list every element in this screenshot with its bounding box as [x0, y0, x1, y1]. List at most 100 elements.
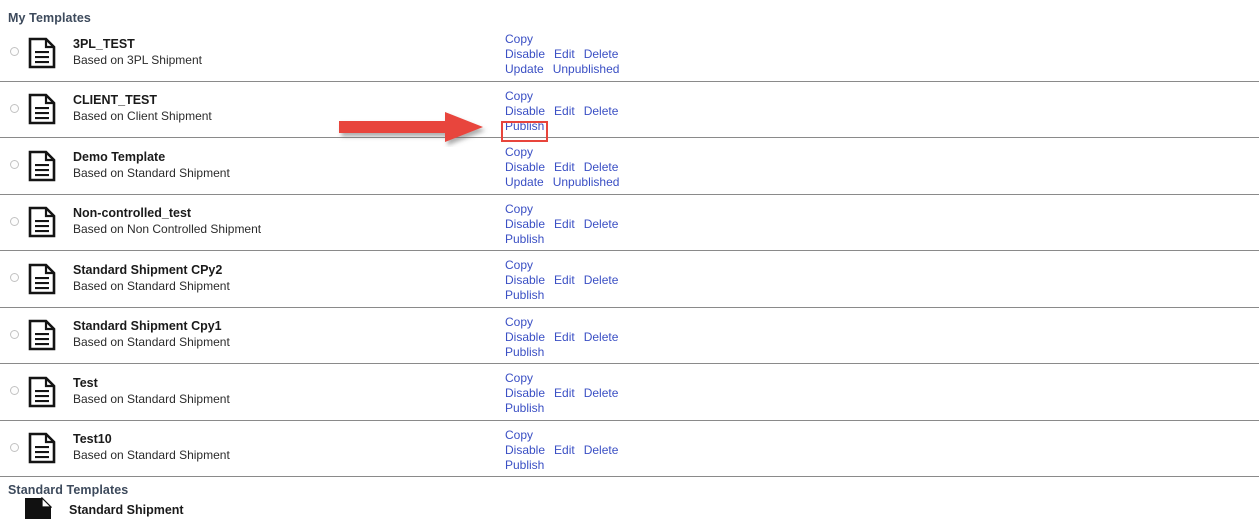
- action-unpublished-link[interactable]: Unpublished: [553, 62, 620, 77]
- template-row[interactable]: Standard Shipment CPy2Based on Standard …: [0, 251, 1259, 308]
- template-select-radio[interactable]: [10, 47, 19, 56]
- template-action-line: Copy: [505, 258, 533, 273]
- document-filled-icon: [0, 497, 66, 519]
- document-icon: [28, 432, 70, 464]
- action-update-link[interactable]: Update: [505, 62, 544, 77]
- action-delete-link[interactable]: Delete: [584, 217, 619, 232]
- template-select-radio[interactable]: [10, 273, 19, 282]
- template-row[interactable]: Demo TemplateBased on Standard Shipment C…: [0, 138, 1259, 195]
- template-select-radio[interactable]: [10, 160, 19, 169]
- action-edit-link[interactable]: Edit: [554, 160, 575, 175]
- template-select-radio[interactable]: [10, 330, 19, 339]
- action-disable-link[interactable]: Disable: [505, 330, 545, 345]
- document-icon: [28, 376, 70, 408]
- action-disable-link[interactable]: Disable: [505, 443, 545, 458]
- template-action-line: Disable Edit Delete: [505, 104, 618, 119]
- template-select-radio[interactable]: [10, 443, 19, 452]
- template-info: Demo TemplateBased on Standard Shipment: [70, 150, 230, 182]
- action-disable-link[interactable]: Disable: [505, 386, 545, 401]
- template-action-line: Publish: [505, 119, 544, 134]
- template-action-line: Disable Edit Delete: [505, 330, 618, 345]
- action-disable-link[interactable]: Disable: [505, 47, 545, 62]
- action-unpublished-link[interactable]: Unpublished: [553, 175, 620, 190]
- action-copy-link[interactable]: Copy: [505, 89, 533, 104]
- action-edit-link[interactable]: Edit: [554, 273, 575, 288]
- template-action-line: Copy: [505, 428, 533, 443]
- action-edit-link[interactable]: Edit: [554, 443, 575, 458]
- document-icon: [28, 37, 70, 69]
- template-action-line: Copy: [505, 145, 533, 160]
- action-delete-link[interactable]: Delete: [584, 330, 619, 345]
- template-action-line: Disable Edit Delete: [505, 386, 618, 401]
- template-name: Demo Template: [73, 150, 230, 165]
- action-publish-link[interactable]: Publish: [505, 232, 544, 247]
- action-copy-link[interactable]: Copy: [505, 258, 533, 273]
- document-icon-glyph: [28, 150, 56, 182]
- template-action-line: Publish: [505, 401, 544, 416]
- template-action-line: Copy: [505, 202, 533, 217]
- action-disable-link[interactable]: Disable: [505, 104, 545, 119]
- template-row[interactable]: Standard Shipment Cpy1Based on Standard …: [0, 308, 1259, 365]
- action-disable-link[interactable]: Disable: [505, 273, 545, 288]
- template-row[interactable]: Test10Based on Standard ShipmentCopyDisa…: [0, 421, 1259, 478]
- template-select-cell: [0, 443, 28, 454]
- document-icon: [28, 263, 70, 295]
- action-copy-link[interactable]: Copy: [505, 428, 533, 443]
- template-action-line: Copy: [505, 315, 533, 330]
- action-update-link[interactable]: Update: [505, 175, 544, 190]
- action-delete-link[interactable]: Delete: [584, 443, 619, 458]
- standard-template-row[interactable]: Standard Shipment: [0, 497, 1259, 519]
- template-select-cell: [0, 330, 28, 341]
- template-action-line: Publish: [505, 345, 544, 360]
- template-select-cell: [0, 47, 28, 58]
- template-select-cell: [0, 104, 28, 115]
- template-row[interactable]: CLIENT_TESTBased on Client ShipmentCopyD…: [0, 82, 1259, 139]
- action-edit-link[interactable]: Edit: [554, 217, 575, 232]
- action-publish-link[interactable]: Publish: [505, 401, 544, 416]
- action-disable-link[interactable]: Disable: [505, 160, 545, 175]
- action-edit-link[interactable]: Edit: [554, 104, 575, 119]
- action-copy-link[interactable]: Copy: [505, 32, 533, 47]
- action-publish-link[interactable]: Publish: [505, 288, 544, 303]
- template-select-radio[interactable]: [10, 386, 19, 395]
- template-subtitle: Based on Standard Shipment: [73, 392, 230, 407]
- template-select-cell: [0, 217, 28, 228]
- document-icon-glyph: [28, 263, 56, 295]
- action-delete-link[interactable]: Delete: [584, 386, 619, 401]
- template-action-line: Publish: [505, 288, 544, 303]
- action-edit-link[interactable]: Edit: [554, 47, 575, 62]
- template-row[interactable]: 3PL_TESTBased on 3PL ShipmentCopyDisable…: [0, 25, 1259, 82]
- template-row[interactable]: TestBased on Standard ShipmentCopyDisabl…: [0, 364, 1259, 421]
- action-copy-link[interactable]: Copy: [505, 202, 533, 217]
- action-publish-link[interactable]: Publish: [505, 458, 544, 473]
- template-actions: CopyDisable Edit Delete Publish: [505, 89, 618, 134]
- action-delete-link[interactable]: Delete: [584, 104, 619, 119]
- action-delete-link[interactable]: Delete: [584, 273, 619, 288]
- template-row[interactable]: Non-controlled_testBased on Non Controll…: [0, 195, 1259, 252]
- template-action-line: Publish: [505, 232, 544, 247]
- template-select-radio[interactable]: [10, 104, 19, 113]
- template-actions: CopyDisable Edit Delete Update Unpublished: [505, 145, 619, 190]
- template-action-line: Copy: [505, 371, 533, 386]
- action-publish-link[interactable]: Publish: [505, 119, 544, 134]
- action-edit-link[interactable]: Edit: [554, 386, 575, 401]
- document-icon-glyph: [28, 93, 56, 125]
- action-delete-link[interactable]: Delete: [584, 47, 619, 62]
- template-select-radio[interactable]: [10, 217, 19, 226]
- action-copy-link[interactable]: Copy: [505, 371, 533, 386]
- action-edit-link[interactable]: Edit: [554, 330, 575, 345]
- document-icon-glyph: [28, 37, 56, 69]
- action-copy-link[interactable]: Copy: [505, 145, 533, 160]
- action-publish-link[interactable]: Publish: [505, 345, 544, 360]
- document-icon-glyph: [28, 432, 56, 464]
- document-icon: [28, 206, 70, 238]
- template-info: CLIENT_TESTBased on Client Shipment: [70, 93, 212, 125]
- action-copy-link[interactable]: Copy: [505, 315, 533, 330]
- template-select-cell: [0, 160, 28, 171]
- action-disable-link[interactable]: Disable: [505, 217, 545, 232]
- template-name: 3PL_TEST: [73, 37, 202, 52]
- document-icon-glyph: [28, 319, 56, 351]
- action-delete-link[interactable]: Delete: [584, 160, 619, 175]
- template-name: Non-controlled_test: [73, 206, 261, 221]
- template-action-line: Update Unpublished: [505, 62, 619, 77]
